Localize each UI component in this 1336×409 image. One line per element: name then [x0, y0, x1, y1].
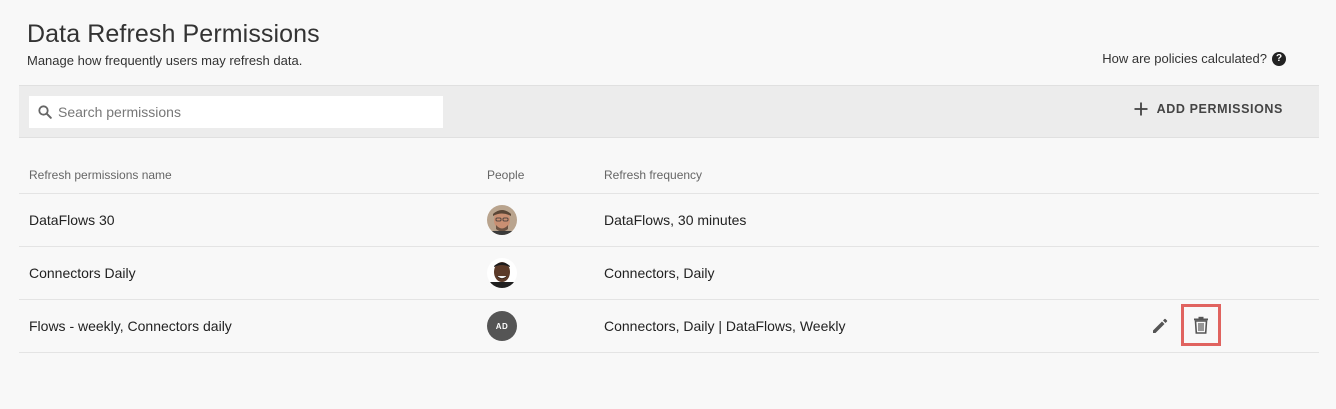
help-link[interactable]: How are policies calculated? ?	[1102, 51, 1286, 66]
table-row[interactable]: Connectors Daily Connectors, Daily	[19, 247, 1319, 300]
table-row[interactable]: DataFlows 30 DataFlows, 30 minutes	[19, 194, 1319, 247]
column-header-name[interactable]: Refresh permissions name	[29, 168, 172, 182]
search-input[interactable]	[58, 104, 418, 120]
edit-button[interactable]	[1150, 316, 1170, 336]
permission-name[interactable]: Flows - weekly, Connectors daily	[29, 318, 232, 334]
permission-name[interactable]: DataFlows 30	[29, 212, 115, 228]
refresh-frequency: DataFlows, 30 minutes	[604, 212, 747, 228]
add-permissions-label[interactable]: ADD PERMISSIONS	[1157, 102, 1283, 116]
add-permissions-button[interactable]: ADD PERMISSIONS	[1133, 101, 1283, 117]
avatar[interactable]: AD	[487, 311, 517, 341]
page-subtitle: Manage how frequently users may refresh …	[27, 53, 303, 68]
page-title: Data Refresh Permissions	[27, 20, 320, 48]
table-header: Refresh permissions name People Refresh …	[19, 155, 1319, 194]
search-box[interactable]	[29, 96, 443, 128]
delete-button[interactable]	[1181, 304, 1221, 346]
help-icon[interactable]: ?	[1272, 51, 1286, 66]
plus-icon	[1133, 101, 1149, 117]
pencil-icon	[1153, 318, 1168, 333]
help-link-label[interactable]: How are policies calculated?	[1102, 51, 1267, 66]
refresh-frequency: Connectors, Daily	[604, 265, 715, 281]
trash-icon	[1194, 316, 1208, 334]
column-header-people: People	[487, 168, 525, 182]
refresh-frequency: Connectors, Daily | DataFlows, Weekly	[604, 318, 846, 334]
toolbar: ADD PERMISSIONS	[19, 85, 1319, 138]
avatar[interactable]	[487, 258, 517, 288]
permissions-table: Refresh permissions name People Refresh …	[19, 155, 1319, 353]
data-refresh-permissions-page: Data Refresh Permissions Manage how freq…	[0, 0, 1336, 409]
table-row[interactable]: Flows - weekly, Connectors daily AD Conn…	[19, 300, 1319, 353]
avatar[interactable]	[487, 205, 517, 235]
column-header-frequency: Refresh frequency	[604, 168, 703, 182]
permission-name[interactable]: Connectors Daily	[29, 265, 136, 281]
search-icon	[38, 105, 52, 119]
